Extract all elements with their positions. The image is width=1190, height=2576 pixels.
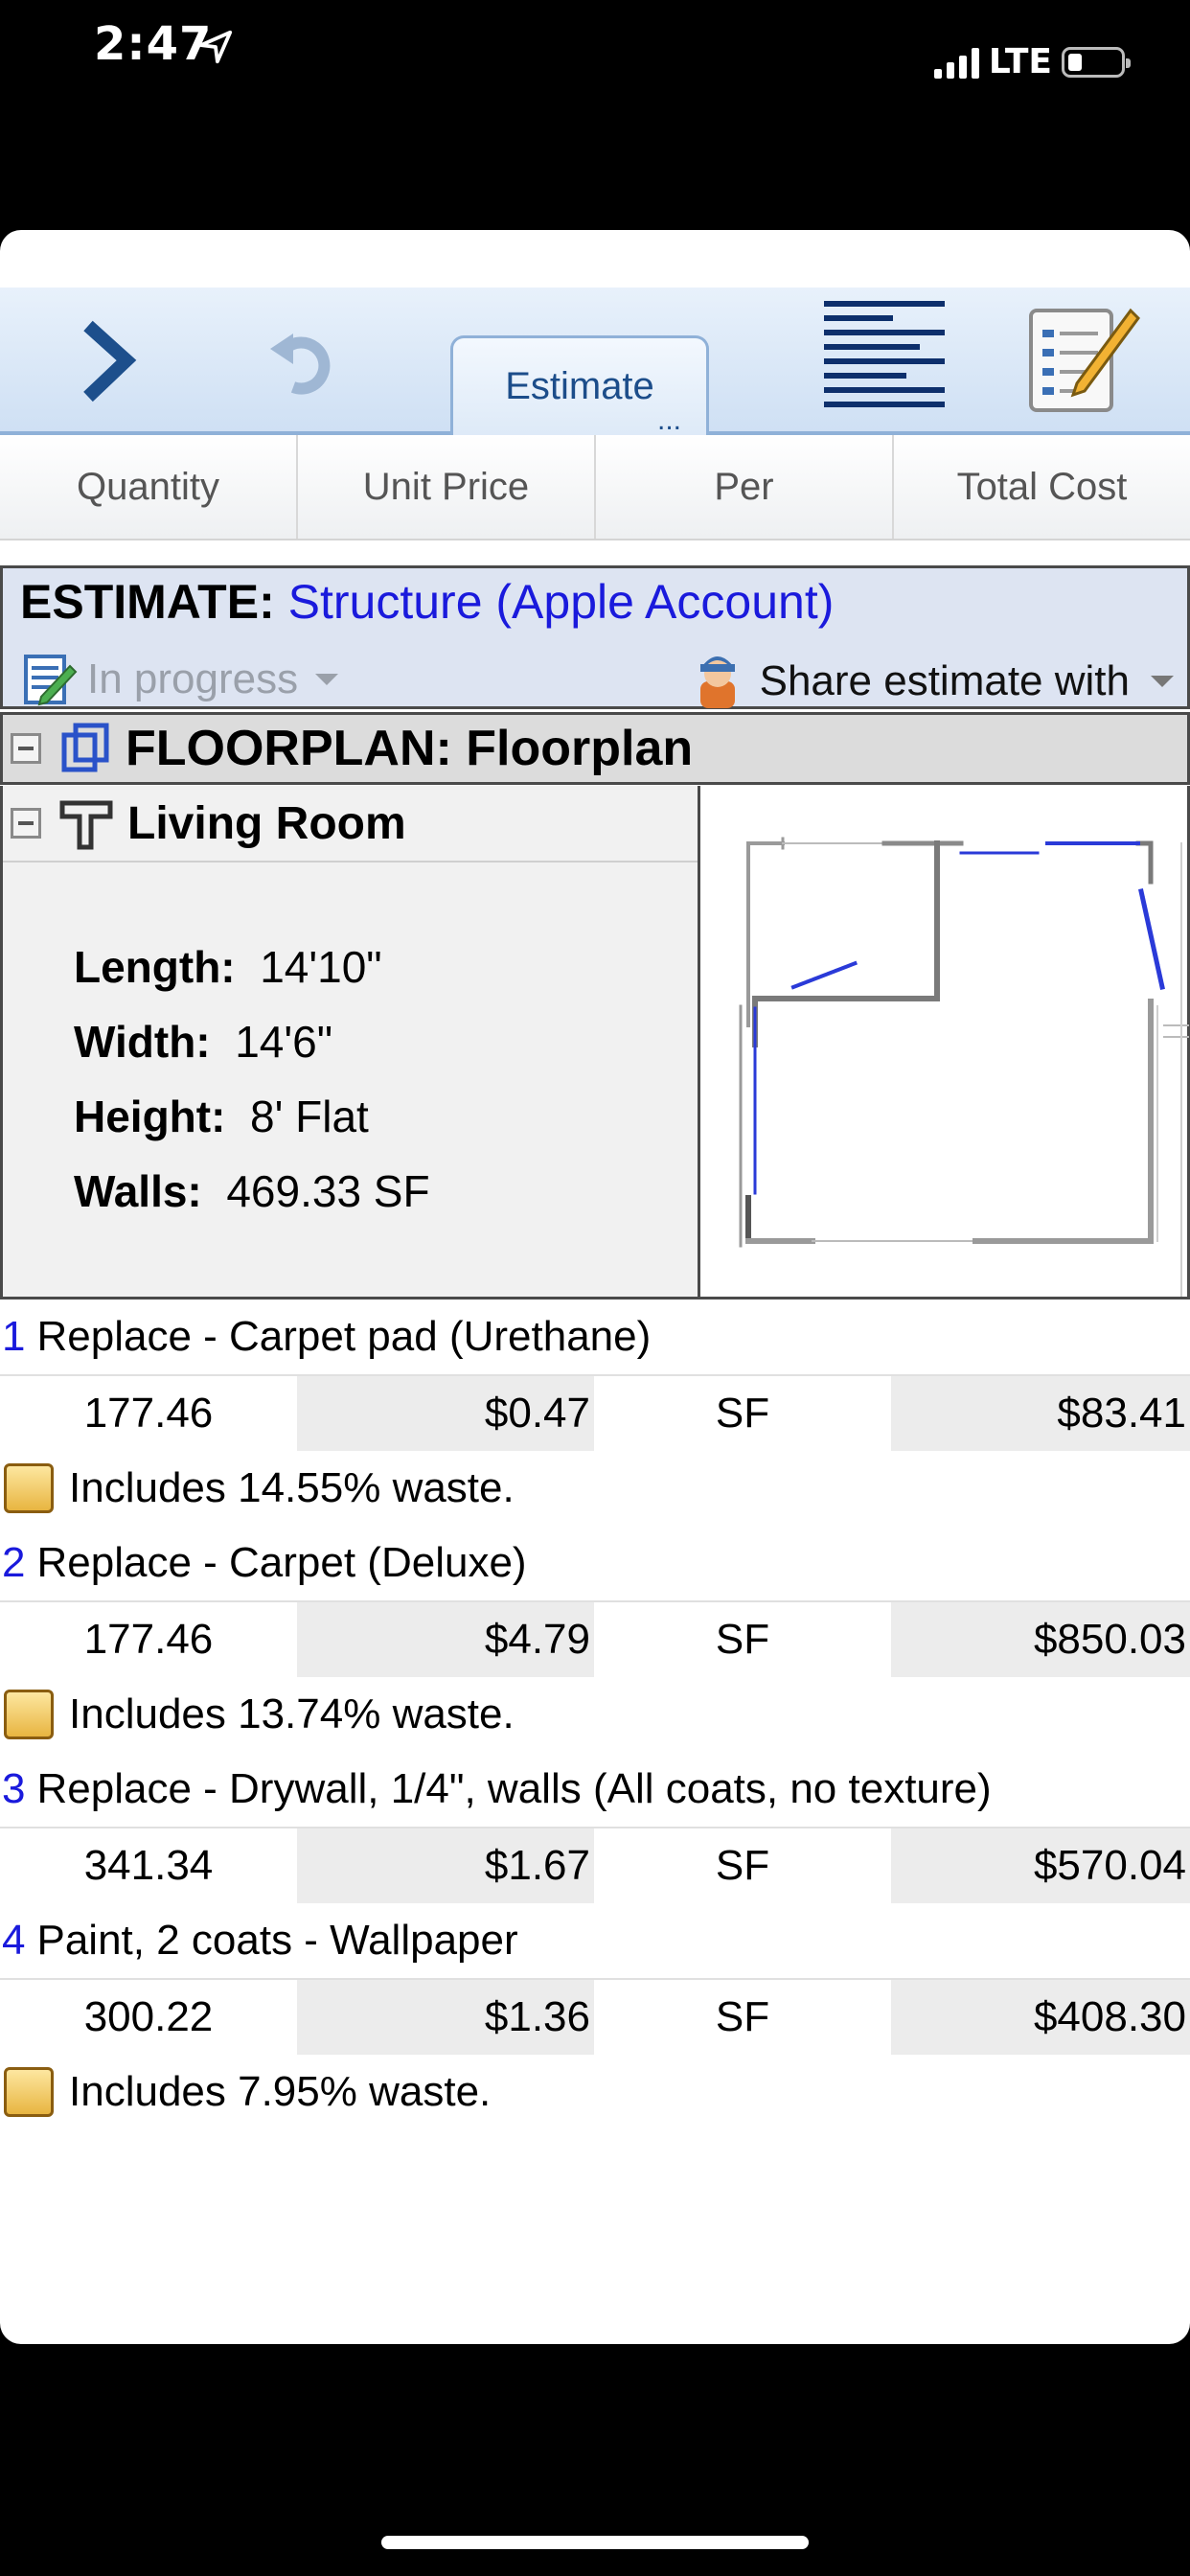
col-quantity[interactable]: Quantity <box>0 435 298 539</box>
app-sheet: Estimate ... Quantity Unit Price Per Tot… <box>0 230 1190 2344</box>
floorplan-icon <box>61 723 109 772</box>
line-item-note[interactable]: Includes 13.74% waste. <box>0 1677 1190 1752</box>
chevron-down-icon <box>315 674 339 685</box>
col-total-cost[interactable]: Total Cost <box>894 435 1190 539</box>
room-walls: Walls: 469.33 SF <box>74 1166 430 1216</box>
col-unit-price[interactable]: Unit Price <box>298 435 596 539</box>
estimate-header: ESTIMATE: Structure (Apple Account) In p… <box>0 565 1190 709</box>
room-width: Width: 14'6" <box>74 1017 333 1067</box>
floorplan-row[interactable]: FLOORPLAN: Floorplan <box>0 712 1190 785</box>
estimate-label: ESTIMATE: <box>20 575 275 629</box>
tab-estimate[interactable]: Estimate ... <box>450 335 709 443</box>
battery-icon <box>1062 46 1131 78</box>
tab-more-dots: ... <box>656 404 681 436</box>
item-quantity: 341.34 <box>83 1842 214 1889</box>
location-arrow-icon <box>198 30 233 64</box>
line-item-desc[interactable]: 3 Replace - Drywall, 1/4", walls (All coa… <box>0 1752 1190 1827</box>
line-item-desc[interactable]: 1 Replace - Carpet pad (Urethane) <box>0 1300 1190 1374</box>
floorplan-title: FLOORPLAN: Floorplan <box>126 721 694 776</box>
item-unit-price: $0.47 <box>297 1376 594 1451</box>
signal-icon <box>933 46 979 79</box>
item-total: $408.30 <box>891 1980 1190 2055</box>
item-unit-price: $1.67 <box>297 1828 594 1903</box>
room-details: Living Room Length: 14'10" Width: 14'6" … <box>3 786 700 1297</box>
room-icon <box>59 800 113 850</box>
line-item-note[interactable]: Includes 14.55% waste. <box>0 1451 1190 1526</box>
line-item-values[interactable]: 177.46 $0.47 SF $83.41 <box>0 1374 1190 1451</box>
line-items: 1 Replace - Carpet pad (Urethane) 177.46 … <box>0 1300 1190 2129</box>
item-per: SF <box>715 1616 770 1663</box>
line-item-values[interactable]: 341.34 $1.67 SF $570.04 <box>0 1827 1190 1903</box>
note-icon <box>4 1463 54 1513</box>
item-per: SF <box>715 1993 770 2040</box>
item-per: SF <box>715 1842 770 1889</box>
tab-estimate-label: Estimate <box>505 365 654 407</box>
column-headers: Quantity Unit Price Per Total Cost <box>0 435 1190 540</box>
share-estimate-dropdown[interactable]: Share estimate with <box>689 651 1174 712</box>
room-title: Living Room <box>127 797 406 849</box>
room-length: Length: 14'10" <box>74 942 382 992</box>
col-per[interactable]: Per <box>596 435 894 539</box>
room-height: Height: 8' Flat <box>74 1092 369 1141</box>
item-unit-price: $4.79 <box>297 1602 594 1677</box>
network-label: LTE <box>988 42 1052 81</box>
line-item-values[interactable]: 177.46 $4.79 SF $850.03 <box>0 1600 1190 1677</box>
status-note-icon <box>24 655 78 706</box>
item-quantity: 300.22 <box>83 1993 214 2040</box>
status-time: 2:47 <box>94 17 213 71</box>
line-item-values[interactable]: 300.22 $1.36 SF $408.30 <box>0 1978 1190 2055</box>
item-quantity: 177.46 <box>83 1390 214 1437</box>
lines-icon[interactable] <box>824 299 945 414</box>
collapse-icon[interactable] <box>11 733 41 764</box>
chevron-right-icon[interactable] <box>77 318 138 404</box>
item-per: SF <box>715 1390 770 1437</box>
item-total: $83.41 <box>891 1376 1190 1451</box>
note-icon <box>4 2067 54 2117</box>
item-total: $850.03 <box>891 1602 1190 1677</box>
home-indicator[interactable] <box>381 2536 809 2549</box>
item-total: $570.04 <box>891 1828 1190 1903</box>
room-header[interactable]: Living Room <box>3 786 698 862</box>
status-indicators: LTE <box>933 42 1131 81</box>
collapse-icon[interactable] <box>11 808 41 839</box>
line-item-desc[interactable]: 4 Paint, 2 coats - Wallpaper <box>0 1903 1190 1978</box>
share-estimate-label: Share estimate with <box>759 657 1130 704</box>
item-quantity: 177.46 <box>83 1616 214 1663</box>
item-unit-price: $1.36 <box>297 1980 594 2055</box>
estimate-status-dropdown[interactable]: In progress <box>20 651 339 708</box>
line-item-desc[interactable]: 2 Replace - Carpet (Deluxe) <box>0 1526 1190 1600</box>
person-icon <box>699 656 735 708</box>
room-section: Living Room Length: 14'10" Width: 14'6" … <box>0 786 1190 1300</box>
floorplan-sketch[interactable] <box>702 786 1189 1297</box>
undo-icon[interactable] <box>266 322 335 399</box>
estimate-title: ESTIMATE: Structure (Apple Account) <box>20 574 834 630</box>
notepad-pencil-icon[interactable] <box>1023 299 1142 418</box>
estimate-name[interactable]: Structure (Apple Account) <box>288 575 835 629</box>
estimate-status-label: In progress <box>87 656 299 702</box>
note-icon <box>4 1690 54 1739</box>
line-item-note[interactable]: Includes 7.95% waste. <box>0 2055 1190 2129</box>
top-toolbar: Estimate ... <box>0 288 1190 443</box>
chevron-down-icon <box>1151 676 1174 687</box>
room-dimensions: Length: 14'10" Width: 14'6" Height: 8' F… <box>74 930 430 1229</box>
